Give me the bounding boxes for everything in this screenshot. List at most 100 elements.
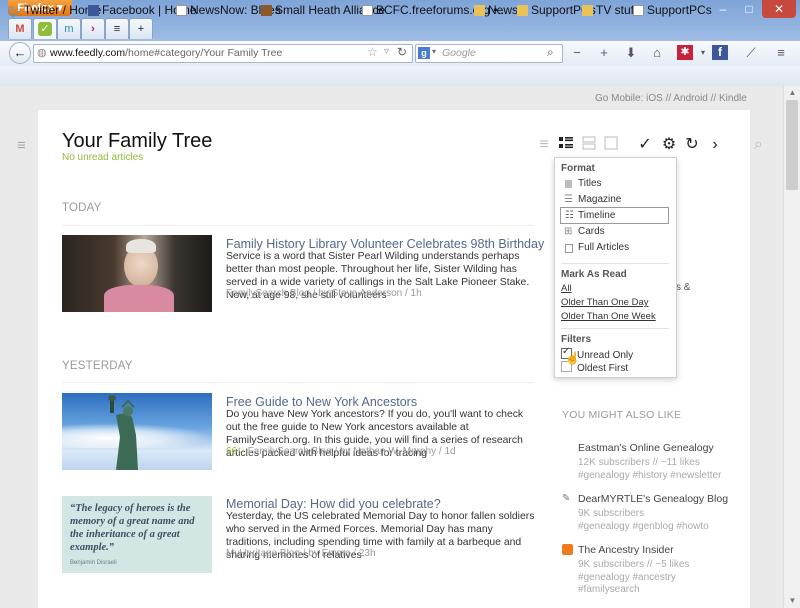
bookmark-supportpcs[interactable]: SupportPCs xyxy=(633,3,712,18)
article-meta: MyHeritage Blog / by Emma / 23h xyxy=(226,548,376,559)
download-icon[interactable]: ⬇ xyxy=(622,45,640,61)
format-option-titles[interactable]: Titles xyxy=(561,177,669,191)
back-arrow-icon: ← xyxy=(13,45,27,60)
article-thumbnail[interactable] xyxy=(62,393,212,470)
section-today: TODAY xyxy=(62,202,102,214)
next-icon[interactable]: › xyxy=(705,136,725,154)
fullarticle-view-icon[interactable] xyxy=(601,136,621,154)
kindle-link[interactable]: Kindle xyxy=(719,93,747,104)
mark-all-read-link[interactable]: All xyxy=(561,283,572,294)
tools-icon[interactable]: ⟋ xyxy=(742,45,760,61)
option-label: Timeline xyxy=(578,210,616,221)
checkmark-icon[interactable]: ✓ xyxy=(635,136,655,154)
close-button[interactable]: ✕ xyxy=(762,0,796,18)
url-text[interactable]: www.feedly.com/home#category/Your Family… xyxy=(50,47,282,59)
hidden-text-fragment: s & xyxy=(676,282,691,293)
format-option-full-articles[interactable]: Full Articles xyxy=(561,241,669,255)
url-host: www.feedly.com xyxy=(50,47,126,59)
format-option-cards[interactable]: ⊞ Cards xyxy=(561,225,669,239)
article-thumbnail[interactable] xyxy=(62,235,212,312)
article-meta: FamilySearch Blog / by Steve Anderson / … xyxy=(226,288,422,299)
separator: // xyxy=(710,93,717,104)
addon-icon[interactable]: ✱ xyxy=(677,45,693,60)
folder-icon xyxy=(582,5,593,16)
home-icon[interactable]: ⌂ xyxy=(648,45,666,61)
option-label: Cards xyxy=(578,226,605,237)
go-mobile-label: Go Mobile: xyxy=(595,93,644,104)
tab-feedly[interactable]: ✓ xyxy=(33,18,57,39)
minimize-button[interactable]: – xyxy=(710,0,736,18)
maximize-button[interactable]: □ xyxy=(736,0,762,18)
scroll-thumb[interactable] xyxy=(786,100,798,190)
tab-arrow[interactable]: › xyxy=(81,18,105,39)
scrollbar[interactable]: ▲ ▼ xyxy=(783,86,800,608)
titles-view-icon xyxy=(565,180,572,188)
search-icon[interactable]: ⌕ xyxy=(547,45,554,60)
scroll-up-icon[interactable]: ▲ xyxy=(784,86,800,100)
feed-favicon: ✎ xyxy=(562,493,571,504)
article-title[interactable]: Memorial Day: How did you celebrate? xyxy=(226,497,441,511)
dropdown-arrow-icon[interactable]: ▿ xyxy=(384,46,389,57)
tab-buffer[interactable]: ≡ xyxy=(105,18,129,39)
page-icon xyxy=(362,5,373,16)
android-link[interactable]: Android xyxy=(673,93,707,104)
zoom-in-button[interactable]: + xyxy=(595,45,613,61)
bookmark-star-icon[interactable]: ☆ xyxy=(367,45,378,59)
section-divider xyxy=(62,382,534,383)
recommendation-tags: #genealogy #history #newsletter xyxy=(578,470,722,481)
facebook-icon[interactable]: f xyxy=(712,45,728,60)
heart-icon: ♡ xyxy=(237,446,248,456)
menu-divider xyxy=(561,328,669,329)
engagement-count: 66 xyxy=(226,446,238,457)
bookmark-folder-tvstuff[interactable]: TV stuff xyxy=(582,3,637,18)
reload-icon[interactable]: ↻ xyxy=(397,45,407,59)
new-tab-button[interactable]: + xyxy=(129,18,153,39)
bookmarks-toolbar xyxy=(0,66,800,87)
url-bar[interactable]: ◍ www.feedly.com/home#category/Your Fami… xyxy=(33,44,413,63)
url-path: /home#category/Your Family Tree xyxy=(125,47,283,59)
page-icon xyxy=(633,5,644,16)
section-also-like: YOU MIGHT ALSO LIKE xyxy=(562,409,682,421)
zoom-out-button[interactable]: − xyxy=(568,45,586,61)
titles-view-icon[interactable]: ≡ xyxy=(534,136,554,154)
bookmark-folder-news[interactable]: News xyxy=(474,3,518,18)
cards-view-icon[interactable] xyxy=(579,136,599,154)
twitter-bird-icon: 🐦︎ xyxy=(7,7,21,19)
folder-icon xyxy=(474,5,485,16)
search-placeholder: Google xyxy=(442,47,476,59)
recommendation-stats: 12K subscribers // ~11 likes xyxy=(578,457,700,468)
search-bar[interactable]: g ▾ Google ⌕ xyxy=(415,44,563,63)
bookmark-label: News xyxy=(488,3,519,17)
recommendation-title[interactable]: Eastman's Online Genealogy xyxy=(578,442,714,454)
article-title[interactable]: Free Guide to New York Ancestors xyxy=(226,395,417,409)
menu-divider xyxy=(561,263,669,264)
section-yesterday: YESTERDAY xyxy=(62,360,133,372)
format-option-timeline[interactable]: ☷ Timeline xyxy=(560,207,669,224)
magazine-view-icon: ☰ xyxy=(564,194,573,205)
magazine-view-icon[interactable] xyxy=(556,136,576,154)
recommendation-stats: 9K subscribers xyxy=(578,508,645,519)
recommendation-title[interactable]: DearMYRTLE's Genealogy Blog xyxy=(578,493,728,505)
addon-dropdown-icon[interactable]: ▾ xyxy=(694,45,712,61)
hamburger-icon[interactable]: ≡ xyxy=(17,137,26,154)
tab-myheritage[interactable]: m xyxy=(57,18,81,39)
mark-older-day-link[interactable]: Older Than One Day xyxy=(561,297,648,308)
back-button[interactable]: ← xyxy=(9,42,31,64)
unread-status: No unread articles xyxy=(62,152,144,163)
gear-icon[interactable]: ⚙ xyxy=(659,136,679,154)
bookmark-label: TV stuff xyxy=(596,3,638,17)
thumbnail-quote: “The legacy of heroes is the memory of a… xyxy=(70,503,195,553)
refresh-icon[interactable]: ↻ xyxy=(682,136,702,154)
format-option-magazine[interactable]: ☰ Magazine xyxy=(561,193,669,207)
recommendation-tags: #genealogy #genblog #howto xyxy=(578,521,709,532)
mark-older-week-link[interactable]: Older Than One Week xyxy=(561,311,656,322)
engine-dropdown-icon[interactable]: ▾ xyxy=(432,47,436,56)
article-thumbnail[interactable]: “The legacy of heroes is the memory of a… xyxy=(62,496,212,573)
search-icon[interactable]: ⌕ xyxy=(754,136,763,154)
recommendation-title[interactable]: The Ancestry Insider xyxy=(578,544,674,556)
scroll-down-icon[interactable]: ▼ xyxy=(784,594,800,608)
ios-link[interactable]: iOS xyxy=(646,93,663,104)
article-title[interactable]: Family History Library Volunteer Celebra… xyxy=(226,237,544,251)
tab-gmail[interactable]: M xyxy=(8,18,32,39)
buffer-icon[interactable]: ≡ xyxy=(772,45,790,61)
